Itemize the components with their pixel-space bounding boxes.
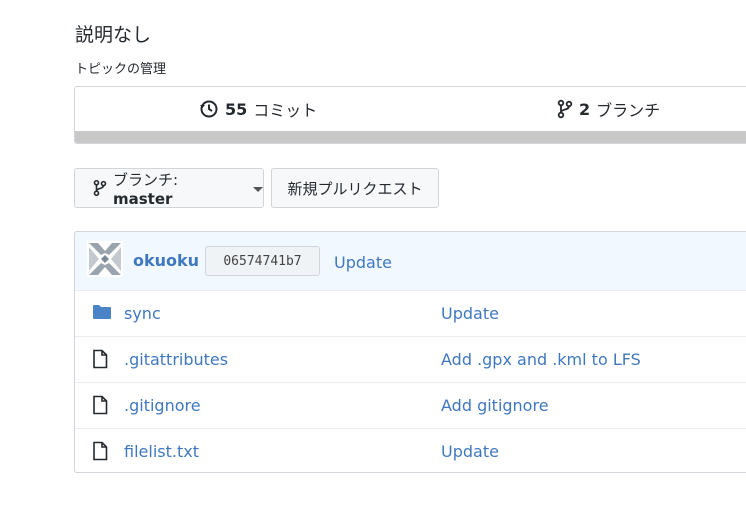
file-name-link[interactable]: filelist.txt [124, 442, 199, 461]
commit-author-link[interactable]: okuoku [133, 251, 199, 270]
commits-label: コミット [253, 101, 318, 120]
table-row: .gitattributes Add .gpx and .kml to LFS [75, 336, 746, 382]
table-row: filelist.txt Update [75, 428, 746, 472]
file-list: okuoku 06574741b7 Update sync Update .gi… [74, 231, 746, 473]
language-bar [75, 131, 746, 143]
branches-label: ブランチ [596, 101, 661, 120]
latest-commit-bar: okuoku 06574741b7 Update [75, 232, 746, 291]
file-name-link[interactable]: .gitignore [124, 396, 201, 415]
branches-count: 2 [579, 99, 591, 119]
file-icon [92, 349, 108, 373]
branch-prefix: ブランチ: [113, 170, 179, 189]
file-icon [92, 441, 108, 465]
commits-link[interactable]: 55 コミット [199, 97, 317, 121]
manage-topics-link[interactable]: トピックの管理 [75, 58, 166, 77]
new-pull-request-button[interactable]: 新規プルリクエスト [271, 168, 439, 208]
chevron-down-icon [253, 186, 263, 192]
branch-icon [557, 99, 573, 119]
branches-link[interactable]: 2 ブランチ [557, 97, 660, 121]
file-commit-message-link[interactable]: Update [441, 442, 499, 461]
branch-icon [93, 179, 107, 197]
commits-count: 55 [225, 99, 248, 119]
branch-selector-label: ブランチ: master [113, 169, 239, 208]
table-row: .gitignore Add gitignore [75, 382, 746, 428]
file-name-link[interactable]: .gitattributes [124, 350, 228, 369]
history-icon [199, 99, 219, 119]
file-icon [92, 395, 108, 419]
commit-sha-button[interactable]: 06574741b7 [205, 246, 320, 276]
file-commit-message-link[interactable]: Add gitignore [441, 396, 549, 415]
repo-description: 説明なし [75, 24, 152, 46]
commit-message-link[interactable]: Update [334, 253, 392, 272]
branch-selector-button[interactable]: ブランチ: master [74, 168, 264, 208]
file-commit-message-link[interactable]: Update [441, 304, 499, 323]
table-row: sync Update [75, 290, 746, 336]
repo-summary: 55 コミット 2 ブランチ [74, 86, 746, 144]
folder-icon [92, 303, 112, 325]
branch-name: master [113, 189, 173, 208]
file-commit-message-link[interactable]: Add .gpx and .kml to LFS [441, 350, 641, 369]
file-name-link[interactable]: sync [124, 304, 161, 323]
avatar[interactable] [87, 241, 123, 277]
